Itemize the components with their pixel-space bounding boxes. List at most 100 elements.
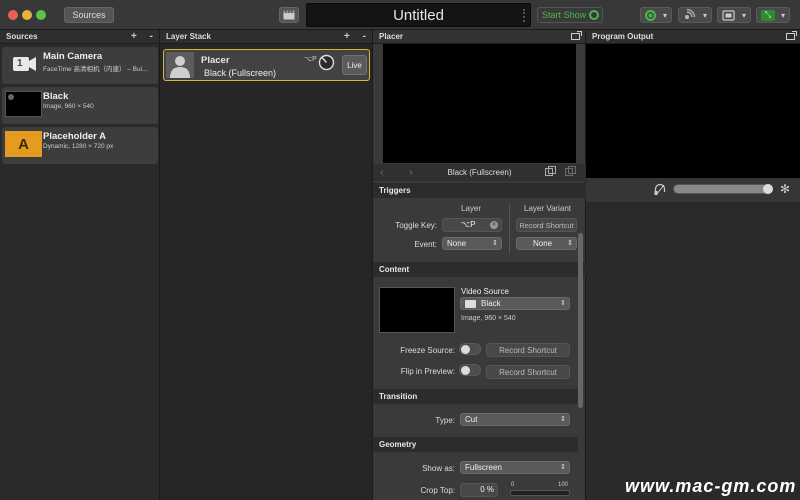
chevron-updown-icon: ⇕ [560,416,566,423]
chevron-down-icon: ▾ [662,10,667,20]
flip-record-shortcut-button[interactable]: Record Shortcut [486,365,570,379]
image-icon [465,300,476,308]
transition-type-label: Type: [435,416,455,425]
flip-in-preview-label: Flip in Preview: [400,367,455,376]
record-menu-button[interactable]: ▾ [640,7,672,23]
detach-window-icon[interactable] [786,31,797,40]
minimize-window-button[interactable] [22,10,32,20]
sources-toggle-button[interactable]: Sources [64,7,114,23]
show-as-select[interactable]: Fullscreen ⇕ [460,461,570,474]
layer-stack-header: Layer Stack + - [160,30,372,44]
variant-event-select[interactable]: None ⇕ [516,237,577,250]
volume-slider-handle[interactable] [763,184,773,194]
duplicate-variant-icon[interactable] [545,166,556,176]
start-show-label: Start Show [542,10,587,20]
clapperboard-button[interactable] [279,7,299,23]
network-icon: ⤡ [761,9,775,21]
person-icon [166,52,194,78]
network-menu-button[interactable]: ⤡ ▾ [756,7,790,23]
headphones-icon[interactable] [654,183,666,196]
broadcast-menu-button[interactable]: ▾ [678,7,712,23]
source-name: Main Camera [43,51,103,62]
toggle-key-label: Toggle Key: [395,221,437,230]
add-source-button[interactable]: + [131,31,137,42]
placer-title: Placer [379,32,404,41]
detach-window-icon[interactable] [571,31,582,40]
content-section-header: Content [373,262,586,277]
video-source-value: Black [481,299,501,308]
flip-in-preview-toggle[interactable] [459,364,481,376]
broadcast-icon [685,9,696,19]
start-show-icon [589,10,599,20]
layer-name: Placer [201,55,230,66]
layer-variant: Black (Fullscreen) [204,68,277,78]
screen-output-menu-button[interactable]: ▾ [717,7,751,23]
column-divider [509,204,510,254]
sources-header: Sources + - [0,30,159,44]
variant-record-shortcut-button[interactable]: Record Shortcut [516,218,577,232]
start-show-button[interactable]: Start Show [537,7,603,23]
transition-type-value: Cut [465,415,478,424]
remove-layer-button[interactable]: - [363,31,366,42]
source-subtitle: Image, 960 × 540 [43,103,94,110]
chevron-down-icon: ▾ [780,10,785,20]
transition-section-header: Transition [373,389,578,404]
delete-variant-icon[interactable] [565,166,576,176]
transition-type-select[interactable]: Cut ⇕ [460,413,570,426]
gear-icon[interactable]: ✻ [780,182,790,196]
layer-variant-column-label: Layer Variant [524,204,571,213]
source-item-black[interactable]: Black Image, 960 × 540 [2,87,158,124]
show-as-value: Fullscreen [465,463,502,472]
source-subtitle: FaceTime 高清相机（内建） – Bui... [43,66,148,73]
grip-handle-icon[interactable] [523,9,525,22]
event-select-value: None [447,239,467,248]
crop-top-label: Crop Top: [420,486,455,495]
show-as-label: Show as: [422,464,455,473]
video-source-select[interactable]: Black ⇕ [460,297,570,310]
source-item-placeholder-a[interactable]: A Placeholder A Dynamic, 1280 × 720 px [2,127,158,164]
image-icon [8,94,14,100]
variant-event-select-value: None [533,239,553,248]
triggers-section-header: Triggers [373,183,586,198]
crop-top-slider[interactable] [510,490,570,496]
chevron-down-icon: ▾ [741,10,746,20]
inspector-scrollbar[interactable] [578,233,583,408]
source-item-main-camera[interactable]: 1 Main Camera FaceTime 高清相机（内建） – Bui... [2,47,158,84]
crop-top-field[interactable]: 0 % [460,483,498,497]
layer-shortcut: ⌥P [304,56,317,63]
zoom-window-button[interactable] [36,10,46,20]
live-button[interactable]: Live [342,55,367,75]
layer-preview [383,44,576,163]
layer-item-placer[interactable]: Placer Black (Fullscreen) ⌥P Live [163,49,370,81]
clear-shortcut-icon[interactable]: ✕ [490,221,498,229]
crop-top-unit: % [486,485,494,494]
layer-stack-panel: Layer Stack + - Placer Black (Fullscreen… [160,30,373,500]
source-subtitle: Dynamic, 1280 × 720 px [43,143,114,150]
placeholder-icon: A [5,131,42,157]
watermark-text: www.mac-gm.com [625,476,797,496]
add-layer-button[interactable]: + [344,31,350,42]
record-icon [645,9,656,21]
opacity-knob-icon[interactable] [318,54,335,71]
slider-min-label: 0 [511,482,515,488]
volume-slider[interactable] [673,184,773,194]
chevron-updown-icon: ⇕ [567,240,573,247]
freeze-record-shortcut-button[interactable]: Record Shortcut [486,343,570,357]
chevron-down-icon: ▾ [702,10,707,20]
layer-stack-title: Layer Stack [166,32,211,41]
video-source-label: Video Source [461,287,509,296]
program-output-panel: Program Output ✻ [586,30,800,500]
clapperboard-icon [283,10,295,20]
chevron-updown-icon: ⇕ [560,464,566,471]
layer-column-label: Layer [461,204,482,213]
remove-source-button[interactable]: - [150,31,153,42]
slider-max-label: 100 [558,482,569,488]
program-output-title: Program Output [592,32,654,41]
image-thumbnail [5,91,42,117]
freeze-source-toggle[interactable] [459,343,481,355]
event-select[interactable]: None ⇕ [442,237,502,250]
close-window-button[interactable] [8,10,18,20]
preview-navigation-bar: ‹ › Black (Fullscreen) [373,164,586,181]
toggle-key-field[interactable]: ⌥P ✕ [442,218,502,232]
program-audio-bar: ✻ [586,178,800,202]
